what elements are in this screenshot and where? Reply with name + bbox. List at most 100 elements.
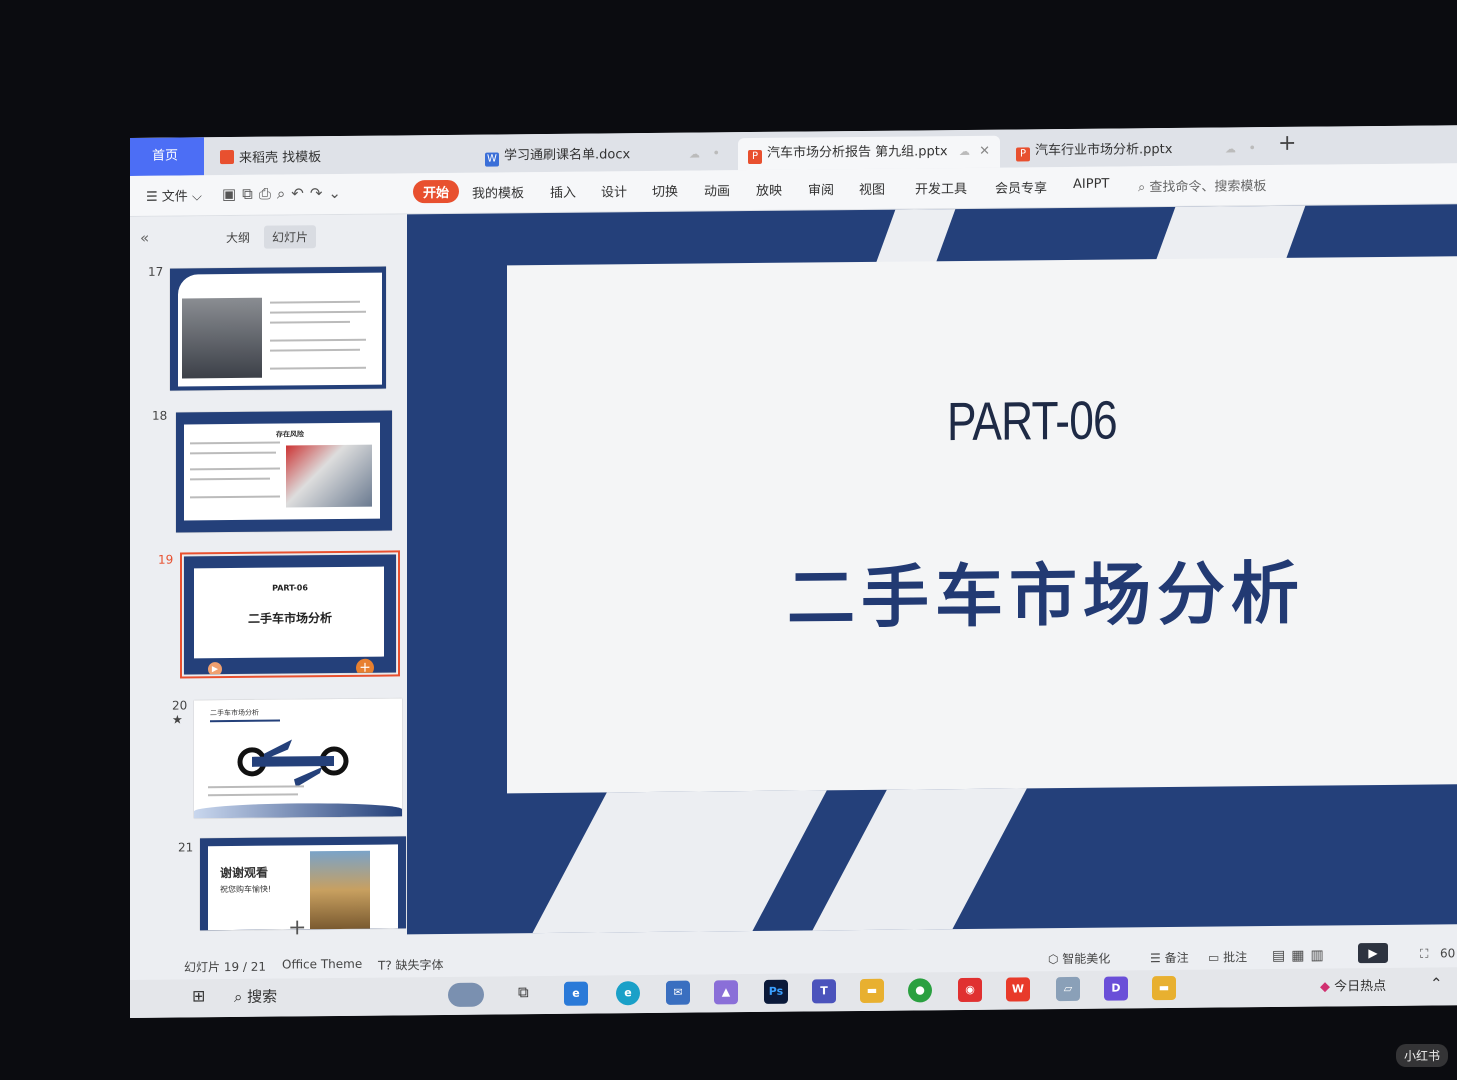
beautify-button[interactable]: ⬡ 智能美化 <box>1048 950 1110 968</box>
ribbon-tab-transition[interactable]: 切换 <box>652 181 678 200</box>
taskbar-search-label: 搜索 <box>247 987 278 1006</box>
slide-number-19: 19 <box>158 552 174 567</box>
edge-browser-icon[interactable]: e <box>616 981 640 1006</box>
slide-21-title: 谢谢观看 <box>220 865 269 881</box>
task-view-icon[interactable]: ⧉ <box>518 983 529 1001</box>
file-menu[interactable]: ☰ 文件 ⌵ <box>146 185 202 205</box>
watermark: 小红书 <box>1396 1044 1449 1067</box>
play-slideshow-icon[interactable]: ▶ <box>1358 942 1388 964</box>
tab-active-cloud-icon: ☁ <box>959 144 970 159</box>
fit-window-icon[interactable]: ⛶ <box>1420 947 1428 962</box>
exchange-arrows-icon <box>237 739 349 788</box>
ribbon-tab-aippt[interactable]: AIPPT <box>1073 177 1109 192</box>
tab-active-close-icon[interactable]: ✕ <box>979 136 990 168</box>
tab-ppt2-close-icon[interactable]: • <box>1248 133 1256 165</box>
ribbon-tab-design[interactable]: 设计 <box>601 181 627 200</box>
quick-access-toolbar[interactable]: ▣⧉⎙⌕↶↷⌄ <box>222 184 347 203</box>
taskbar-search[interactable]: ⌕ 搜索 <box>234 986 277 1007</box>
tab-active-ppt-label: 汽车市场分析报告 第九组.pptx <box>767 144 948 161</box>
notes-button[interactable]: ☰ 备注 <box>1150 949 1189 966</box>
slide-content-area: PART-06 二手车市场分析 <box>507 255 1457 794</box>
title-underline <box>210 719 280 723</box>
slide-19-title-text: 二手车市场分析 <box>247 611 332 626</box>
ribbon-tab-dev-tools[interactable]: 开发工具 <box>915 178 967 197</box>
monitor-screen: 首页 来稻壳 找模板 W 学习通刷课名单.docx ☁ • P 汽车市场分析报告 第… <box>130 125 1457 1018</box>
add-slide-button[interactable]: + <box>288 915 306 940</box>
slide-thumb-17[interactable] <box>170 266 386 391</box>
fish-widget-icon[interactable] <box>448 982 484 1007</box>
slide-counter: 幻灯片 19 / 21 <box>184 959 267 975</box>
wps-office-icon[interactable]: W <box>1006 977 1030 1002</box>
ribbon-tab-insert[interactable]: 插入 <box>550 182 576 201</box>
photos-icon[interactable]: ▲ <box>714 980 738 1005</box>
tab-active-ppt[interactable]: P 汽车市场分析报告 第九组.pptx ☁ ✕ <box>738 135 1000 171</box>
missing-font-button[interactable]: T? 缺失字体 <box>378 956 444 974</box>
file-explorer-icon[interactable]: ▬ <box>860 978 884 1003</box>
slide-number-20-text: 20 <box>172 698 188 713</box>
tab-templates[interactable]: 来稻壳 找模板 <box>210 141 470 175</box>
comments-button[interactable]: ▭ 批注 <box>1208 948 1247 965</box>
folder-icon[interactable]: ▬ <box>1152 975 1176 1001</box>
tab-ppt2[interactable]: P 汽车行业市场分析.pptx ☁ • <box>1006 133 1266 167</box>
file-menu-label: 文件 <box>161 189 188 205</box>
menu-icon: ☰ <box>146 189 162 205</box>
ribbon-tab-animation[interactable]: 动画 <box>704 180 730 199</box>
windows-start-icon[interactable]: ⊞ <box>192 986 205 1005</box>
ie-browser-icon[interactable]: e <box>564 981 588 1006</box>
app-window-icon[interactable]: ▱ <box>1056 976 1080 1002</box>
new-tab-icon[interactable]: + <box>1278 131 1296 156</box>
play-slide-icon[interactable]: ▶ <box>208 662 222 675</box>
tab-doc-close-icon[interactable]: • <box>712 138 720 170</box>
notes-icon: ☰ <box>1150 951 1165 966</box>
slide-number-21: 21 <box>178 840 194 855</box>
collapse-panel-icon[interactable]: « <box>140 229 149 247</box>
view-mode-icons[interactable]: ▤▦▥ <box>1272 947 1330 964</box>
slide-main-title[interactable]: 二手车市场分析 <box>787 538 1305 642</box>
slide-18-heading: 存在风险 <box>276 430 304 439</box>
today-news-label: 今日热点 <box>1334 978 1387 995</box>
ribbon-tab-member[interactable]: 会员专享 <box>995 177 1047 196</box>
tab-doc[interactable]: W 学习通刷课名单.docx ☁ • <box>475 138 730 172</box>
slide-number-18: 18 <box>152 408 168 423</box>
news-icon: ◆ <box>1320 979 1335 995</box>
ribbon-tab-review[interactable]: 审阅 <box>808 179 834 198</box>
zoom-level[interactable]: 60 <box>1440 946 1455 960</box>
command-search[interactable]: ⌕ 查找命令、搜索模板 <box>1138 175 1266 195</box>
slide-decor-gap <box>1154 204 1310 264</box>
tab-home[interactable]: 首页 <box>130 137 204 176</box>
car-photo-image <box>182 297 262 379</box>
ribbon-tab-view[interactable]: 视图 <box>859 179 885 198</box>
slide-21-subtitle: 祝您购车愉快! <box>220 884 272 895</box>
slide-decor-gap <box>527 790 827 935</box>
app-d-icon[interactable]: D <box>1104 976 1128 1001</box>
teams-icon[interactable]: T <box>812 979 836 1004</box>
tab-doc-label: 学习通刷课名单.docx <box>504 147 631 164</box>
slide-canvas[interactable]: PART-06 二手车市场分析 <box>407 204 1457 935</box>
wechat-icon[interactable]: ● <box>908 978 932 1003</box>
tab-ppt2-label: 汽车行业市场分析.pptx <box>1035 141 1173 159</box>
ppt2-icon: P <box>1016 147 1030 162</box>
mail-icon[interactable]: ✉ <box>666 980 690 1005</box>
photoshop-icon[interactable]: Ps <box>764 979 788 1004</box>
slide-thumb-18[interactable]: 存在风险 <box>176 410 392 533</box>
add-slide-icon[interactable]: + <box>356 658 374 675</box>
beautify-icon: ⬡ <box>1048 952 1063 967</box>
notes-label: 备注 <box>1164 950 1189 966</box>
slide-thumb-20[interactable]: 二手车市场分析 <box>194 698 402 819</box>
slide-thumb-19[interactable]: PART-06 二手车市场分析 ▶ + <box>180 550 400 679</box>
app-red-icon[interactable]: ◉ <box>958 977 982 1003</box>
ribbon-tab-start[interactable]: 开始 <box>413 179 460 204</box>
taskbar-search-icon: ⌕ <box>234 987 248 1007</box>
slide-part-label[interactable]: PART-06 <box>947 390 1117 454</box>
ribbon-tab-my-templates[interactable]: 我的模板 <box>472 182 524 201</box>
word-doc-icon: W <box>485 152 499 167</box>
slide-number-20: 20 ★ <box>172 698 188 727</box>
today-news[interactable]: ◆ 今日热点 <box>1320 975 1386 995</box>
slides-tab[interactable]: 幻灯片 <box>264 225 317 249</box>
outline-tab[interactable]: 大纲 <box>218 226 258 249</box>
comment-icon: ▭ <box>1208 950 1224 965</box>
slide-decor-gap <box>807 788 1027 935</box>
tray-expand-icon[interactable]: ⌃ <box>1430 974 1443 992</box>
text-line <box>208 793 298 797</box>
ribbon-tab-slideshow[interactable]: 放映 <box>756 180 782 199</box>
